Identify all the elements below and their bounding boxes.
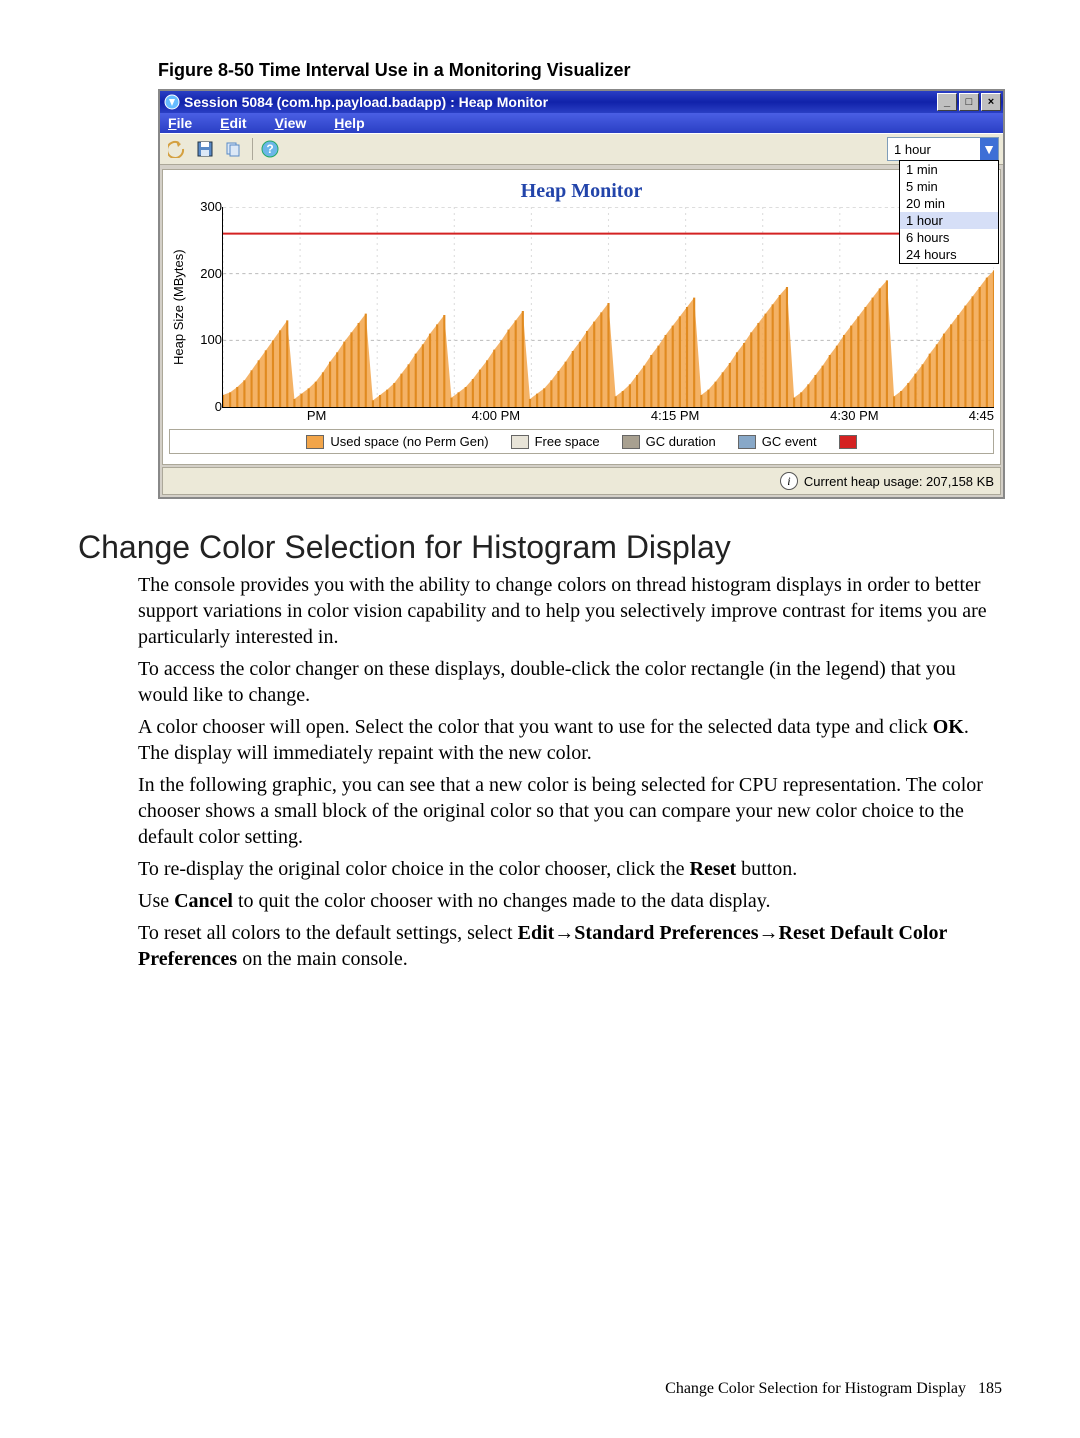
- legend-item[interactable]: GC event: [738, 434, 817, 449]
- time-interval-select[interactable]: 1 hour ▼ 1 min 5 min 20 min 1 hour 6 hou…: [887, 137, 999, 161]
- legend-item[interactable]: Used space (no Perm Gen): [306, 434, 488, 449]
- menu-view[interactable]: View: [275, 115, 307, 131]
- section-heading: Change Color Selection for Histogram Dis…: [78, 529, 1002, 566]
- close-button[interactable]: ×: [981, 93, 1001, 111]
- page-footer: Change Color Selection for Histogram Dis…: [665, 1380, 1002, 1398]
- time-interval-dropdown: 1 min 5 min 20 min 1 hour 6 hours 24 hou…: [899, 160, 999, 264]
- info-icon: i: [780, 472, 798, 490]
- menu-help[interactable]: Help: [334, 115, 364, 131]
- statusbar: i Current heap usage: 207,158 KB: [162, 467, 1001, 495]
- help-button[interactable]: ?: [257, 136, 283, 162]
- legend-item[interactable]: GC duration: [622, 434, 716, 449]
- y-axis-ticks: 300 200 100 0: [188, 207, 222, 407]
- save-button[interactable]: [192, 136, 218, 162]
- maximize-button[interactable]: □: [959, 93, 979, 111]
- toolbar: ? 1 hour ▼ 1 min 5 min 20 min 1 hour 6 h…: [160, 133, 1003, 165]
- chart-legend: Used space (no Perm Gen) Free space GC d…: [169, 429, 994, 454]
- menu-file[interactable]: File: [168, 115, 192, 131]
- minimize-button[interactable]: _: [937, 93, 957, 111]
- heap-monitor-window: Session 5084 (com.hp.payload.badapp) : H…: [158, 89, 1005, 499]
- y-axis-label: Heap Size (MBytes): [169, 207, 188, 408]
- body-paragraph: In the following graphic, you can see th…: [138, 772, 1002, 850]
- legend-item[interactable]: [839, 435, 857, 449]
- window-title: Session 5084 (com.hp.payload.badapp) : H…: [184, 94, 937, 110]
- figure-caption: Figure 8-50 Time Interval Use in a Monit…: [158, 60, 1002, 81]
- body-paragraph: Use Cancel to quit the color chooser wit…: [138, 888, 1002, 914]
- body-paragraph: To re-display the original color choice …: [138, 856, 1002, 882]
- legend-item[interactable]: Free space: [511, 434, 600, 449]
- dropdown-item[interactable]: 1 min: [900, 161, 998, 178]
- time-interval-value: 1 hour: [888, 138, 980, 160]
- dropdown-item[interactable]: 5 min: [900, 178, 998, 195]
- body-paragraph: To access the color changer on these dis…: [138, 656, 1002, 708]
- menubar: File Edit View Help: [160, 113, 1003, 133]
- svg-text:?: ?: [266, 142, 273, 156]
- dropdown-item[interactable]: 24 hours: [900, 246, 998, 263]
- chart-title: Heap Monitor: [169, 180, 994, 203]
- menu-edit[interactable]: Edit: [220, 115, 246, 131]
- body-paragraph: A color chooser will open. Select the co…: [138, 714, 1002, 766]
- app-icon: [164, 94, 180, 110]
- chart-area: Heap Monitor Heap Size (MBytes) 300 200 …: [162, 169, 1001, 465]
- body-paragraph: To reset all colors to the default setti…: [138, 920, 1002, 972]
- titlebar: Session 5084 (com.hp.payload.badapp) : H…: [160, 91, 1003, 113]
- dropdown-item[interactable]: 20 min: [900, 195, 998, 212]
- plot-canvas: [222, 207, 994, 408]
- status-text: Current heap usage: 207,158 KB: [804, 474, 994, 489]
- x-axis-ticks: PM 4:00 PM 4:15 PM 4:30 PM 4:45: [227, 408, 994, 423]
- copy-button[interactable]: [220, 136, 246, 162]
- dropdown-item[interactable]: 6 hours: [900, 229, 998, 246]
- dropdown-item[interactable]: 1 hour: [900, 212, 998, 229]
- chevron-down-icon: ▼: [980, 138, 998, 160]
- back-button[interactable]: [164, 136, 190, 162]
- body-paragraph: The console provides you with the abilit…: [138, 572, 1002, 650]
